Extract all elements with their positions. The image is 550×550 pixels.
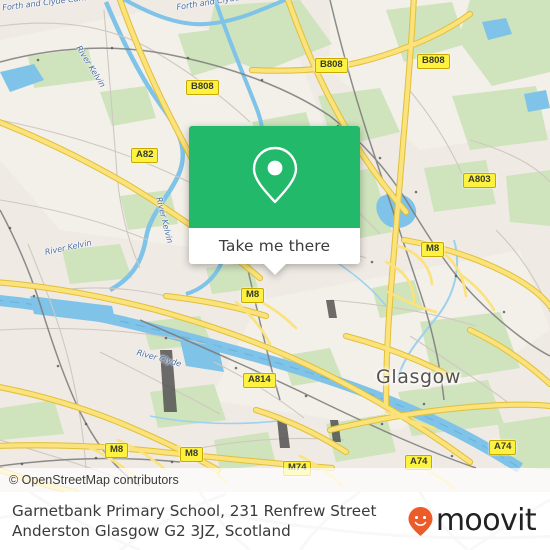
road-shield: M8 — [241, 288, 265, 303]
road-shield: B808 — [186, 80, 219, 95]
road-shield: M8 — [180, 447, 204, 462]
road-shield: M8 — [105, 443, 129, 458]
screenshot-root: Forth and Clyde Canal Forth and Clyde Ca… — [0, 0, 550, 550]
callout-icon-area — [189, 126, 360, 228]
road-shield: A74 — [489, 440, 517, 455]
callout-tail — [263, 264, 286, 275]
map-attribution: © OpenStreetMap contributors — [0, 468, 550, 492]
map-pin-icon — [250, 144, 300, 211]
callout-button-label: Take me there — [218, 237, 331, 255]
road-shield: A814 — [243, 373, 276, 388]
road-shield: B808 — [315, 58, 348, 73]
footer-bar: Garnetbank Primary School, 231 Renfrew S… — [0, 492, 550, 550]
location-address: Garnetbank Primary School, 231 Renfrew S… — [12, 501, 407, 541]
address-line-2: Anderston Glasgow G2 3JZ, Scotland — [12, 522, 291, 540]
road-shield: A82 — [131, 148, 159, 163]
road-shield: M8 — [421, 242, 445, 257]
moovit-wordmark: moovit — [435, 503, 537, 538]
moovit-smiley-pin-icon — [407, 506, 434, 537]
road-shield: A803 — [463, 173, 496, 188]
callout-button[interactable]: Take me there — [189, 228, 360, 275]
take-me-there-callout[interactable]: Take me there — [189, 126, 360, 275]
moovit-logo[interactable]: moovit — [407, 506, 540, 537]
address-line-1: Garnetbank Primary School, 231 Renfrew S… — [12, 502, 377, 520]
road-shield: B808 — [417, 54, 450, 69]
